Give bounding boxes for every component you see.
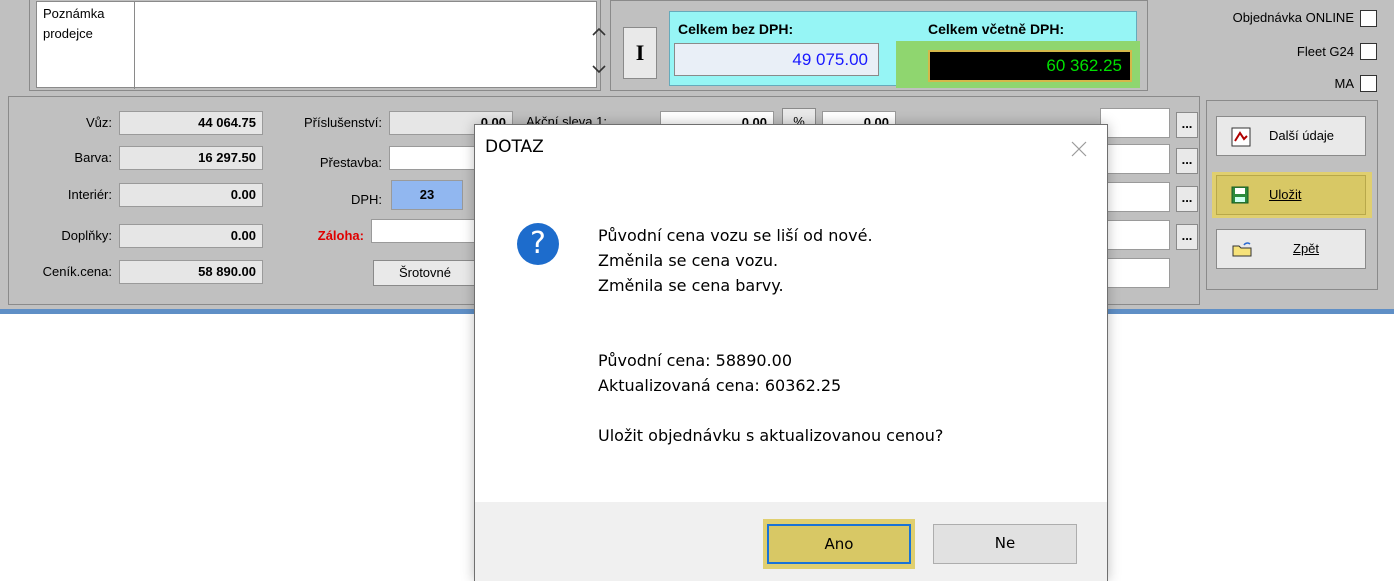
totals-box: Celkem bez DPH: 49 075.00 Celkem včetně … [669, 11, 1140, 88]
car-price-label: Vůz: [85, 115, 112, 130]
ellipsis-button-1[interactable]: ... [1176, 112, 1198, 138]
vat-field[interactable]: 23 [391, 180, 463, 210]
interior-price-field: 0.00 [119, 183, 263, 207]
interior-price-label: Interiér: [67, 187, 112, 202]
more-info-label: Další údaje [1269, 128, 1335, 143]
note-panel: Poznámka prodejce [29, 0, 606, 91]
back-label: Zpět [1293, 241, 1320, 256]
question-dialog: DOTAZ ? Původní cena vozu se liší od nov… [474, 124, 1108, 581]
total-with-vat-label: Celkem včetně DPH: [928, 21, 1065, 37]
scroll-up-icon[interactable] [591, 26, 607, 38]
note-divider [134, 2, 135, 89]
document-icon [1231, 127, 1251, 147]
text-field-4[interactable] [1100, 220, 1170, 250]
no-button[interactable]: Ne [933, 524, 1077, 564]
text-field-2[interactable] [1100, 144, 1170, 174]
updated-price-line: Aktualizovaná cena: 60362.25 [598, 376, 842, 395]
fleet-label: Fleet G24 [1296, 44, 1354, 59]
scroll-down-icon[interactable] [591, 63, 607, 75]
ellipsis-button-2[interactable]: ... [1176, 148, 1198, 174]
back-button[interactable]: Zpět [1216, 229, 1366, 269]
total-with-vat-value: 60 362.25 [928, 50, 1132, 82]
ma-label: MA [1334, 76, 1355, 91]
color-price-label: Barva: [74, 150, 112, 165]
extras-price-label: Doplňky: [61, 228, 112, 243]
question-icon: ? [517, 223, 559, 265]
vat-label: DPH: [350, 192, 382, 207]
color-price-field: 16 297.50 [119, 146, 263, 170]
fleet-checkbox[interactable] [1360, 43, 1377, 60]
dialog-title: DOTAZ [485, 137, 544, 157]
floppy-disk-icon [1231, 186, 1249, 204]
extras-price-field: 0.00 [119, 224, 263, 248]
total-without-vat-label: Celkem bez DPH: [678, 21, 794, 37]
ellipsis-button-3[interactable]: ... [1176, 186, 1198, 212]
note-textarea[interactable]: Poznámka prodejce [36, 1, 606, 89]
save-label: Uložit [1269, 187, 1302, 202]
text-field-3[interactable] [1100, 182, 1170, 212]
list-price-field: 58 890.00 [119, 260, 263, 284]
save-button[interactable]: Uložit [1216, 175, 1366, 215]
car-price-field: 44 064.75 [119, 111, 263, 135]
dialog-message: Původní cena vozu se liší od nové. Změni… [598, 223, 943, 448]
note-label: Poznámka prodejce [43, 6, 105, 41]
message-line: Změnila se cena vozu. [598, 251, 779, 270]
message-line: Původní cena vozu se liší od nové. [598, 226, 873, 245]
text-field-5[interactable] [1100, 258, 1170, 288]
scrap-button[interactable]: Šrotovné [373, 260, 477, 286]
folder-back-icon [1232, 242, 1252, 257]
yes-button[interactable]: Ano [767, 524, 911, 564]
question-line: Uložit objednávku s aktualizovanou cenou… [598, 426, 944, 445]
close-icon[interactable] [1069, 139, 1089, 159]
list-price-label: Ceník.cena: [42, 264, 112, 279]
ma-checkbox[interactable] [1360, 75, 1377, 92]
conversion-label: Přestavba: [319, 155, 382, 170]
original-price-line: Původní cena: 58890.00 [598, 351, 792, 370]
more-info-button[interactable]: Další údaje [1216, 116, 1366, 156]
ellipsis-button-4[interactable]: ... [1176, 224, 1198, 250]
text-field-1[interactable] [1100, 108, 1170, 138]
total-without-vat-value: 49 075.00 [674, 43, 879, 76]
totals-panel: I Celkem bez DPH: 49 075.00 Celkem včetn… [610, 0, 1148, 91]
info-button[interactable]: I [623, 27, 657, 79]
deposit-label: Záloha: [317, 228, 364, 243]
message-line: Změnila se cena barvy. [598, 276, 784, 295]
online-order-checkbox[interactable] [1360, 10, 1377, 27]
online-order-label: Objednávka ONLINE [1232, 10, 1354, 25]
accessories-label: Příslušenství: [303, 115, 382, 130]
